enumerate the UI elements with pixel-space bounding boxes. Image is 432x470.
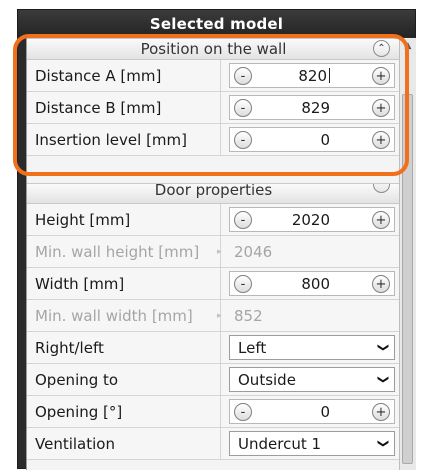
ventilation-label: Ventilation <box>35 428 221 459</box>
section-title-door: Door properties <box>154 183 273 199</box>
height-label: Height [mm] <box>35 204 221 235</box>
section-header-door[interactable]: Door properties ⌃ <box>27 183 400 204</box>
chevron-down-icon[interactable]: ❯ <box>372 375 395 384</box>
vertical-scrollbar[interactable]: ▲ <box>399 38 416 470</box>
window-title: Selected model <box>18 10 415 37</box>
increment-button[interactable]: + <box>372 403 390 421</box>
distance-a-label: Distance A [mm] <box>35 60 221 91</box>
right-left-value: Left <box>238 338 267 357</box>
collapse-icon[interactable]: ⌃ <box>373 184 390 193</box>
section-title-position: Position on the wall <box>140 40 287 58</box>
decrement-button[interactable]: - <box>234 67 252 85</box>
distance-a-stepper[interactable]: - 820 + <box>229 63 395 88</box>
row-ventilation: Ventilation Undercut 1 ❯ <box>27 428 400 460</box>
row-width: Width [mm] - 800 + <box>27 268 400 300</box>
row-distance-a: Distance A [mm] - 820 + <box>27 60 400 92</box>
increment-button[interactable]: + <box>372 211 390 229</box>
ventilation-value: Undercut 1 <box>238 434 322 453</box>
chevron-down-icon[interactable]: ❯ <box>372 439 395 448</box>
height-input[interactable]: 2020 <box>258 208 366 231</box>
collapse-icon[interactable]: ⌃ <box>373 40 390 57</box>
decrement-button[interactable]: - <box>234 275 252 293</box>
min-wall-width-value: 852 <box>234 306 263 325</box>
text-caret <box>329 68 330 83</box>
disabled-arrow-icon: ▸ <box>217 310 222 321</box>
distance-b-input[interactable]: 829 <box>258 96 366 119</box>
width-label: Width [mm] <box>35 268 221 299</box>
row-min-wall-height: Min. wall height [mm] ▸ 2046 <box>27 236 400 268</box>
section-header-position[interactable]: Position on the wall ⌃ <box>27 38 400 60</box>
decrement-button[interactable]: - <box>234 99 252 117</box>
disabled-arrow-icon: ▸ <box>217 246 222 257</box>
height-stepper[interactable]: - 2020 + <box>229 207 395 232</box>
width-input[interactable]: 800 <box>258 272 366 295</box>
right-left-label: Right/left <box>35 332 221 363</box>
opening-to-value: Outside <box>238 370 296 389</box>
selected-model-window: Selected model Position on the wall ⌃ Di… <box>17 9 416 470</box>
row-opening-to: Opening to Outside ❯ <box>27 364 400 396</box>
row-insertion-level: Insertion level [mm] - 0 + <box>27 124 400 156</box>
scroll-up-icon[interactable]: ▲ <box>400 38 416 54</box>
distance-b-stepper[interactable]: - 829 + <box>229 95 395 120</box>
min-wall-height-value: 2046 <box>234 242 273 261</box>
increment-button[interactable]: + <box>372 131 390 149</box>
min-wall-width-label: Min. wall width [mm] <box>35 300 221 331</box>
chevron-down-icon[interactable]: ❯ <box>372 343 395 352</box>
row-opening-angle: Opening [°] - 0 + <box>27 396 400 428</box>
scrollbar-thumb[interactable] <box>402 94 413 464</box>
insertion-level-stepper[interactable]: - 0 + <box>229 127 395 152</box>
decrement-button[interactable]: - <box>234 211 252 229</box>
distance-a-input[interactable]: 820 <box>258 64 366 87</box>
distance-b-label: Distance B [mm] <box>35 92 221 123</box>
insertion-level-label: Insertion level [mm] <box>35 124 221 155</box>
properties-panel: Position on the wall ⌃ Distance A [mm] -… <box>26 38 400 470</box>
right-left-select[interactable]: Left ❯ <box>229 335 395 360</box>
row-distance-b: Distance B [mm] - 829 + <box>27 92 400 124</box>
opening-to-select[interactable]: Outside ❯ <box>229 367 395 392</box>
opening-angle-label: Opening [°] <box>35 396 221 427</box>
opening-to-label: Opening to <box>35 364 221 395</box>
row-min-wall-width: Min. wall width [mm] ▸ 852 <box>27 300 400 332</box>
decrement-button[interactable]: - <box>234 403 252 421</box>
row-height: Height [mm] - 2020 + <box>27 204 400 236</box>
increment-button[interactable]: + <box>372 67 390 85</box>
opening-angle-stepper[interactable]: - 0 + <box>229 399 395 424</box>
increment-button[interactable]: + <box>372 275 390 293</box>
min-wall-height-label: Min. wall height [mm] <box>35 236 221 267</box>
insertion-level-input[interactable]: 0 <box>258 128 366 151</box>
ventilation-select[interactable]: Undercut 1 ❯ <box>229 431 395 456</box>
opening-angle-input[interactable]: 0 <box>258 400 366 423</box>
decrement-button[interactable]: - <box>234 131 252 149</box>
increment-button[interactable]: + <box>372 99 390 117</box>
distance-a-value: 820 <box>298 66 327 85</box>
row-right-left: Right/left Left ❯ <box>27 332 400 364</box>
width-stepper[interactable]: - 800 + <box>229 271 395 296</box>
